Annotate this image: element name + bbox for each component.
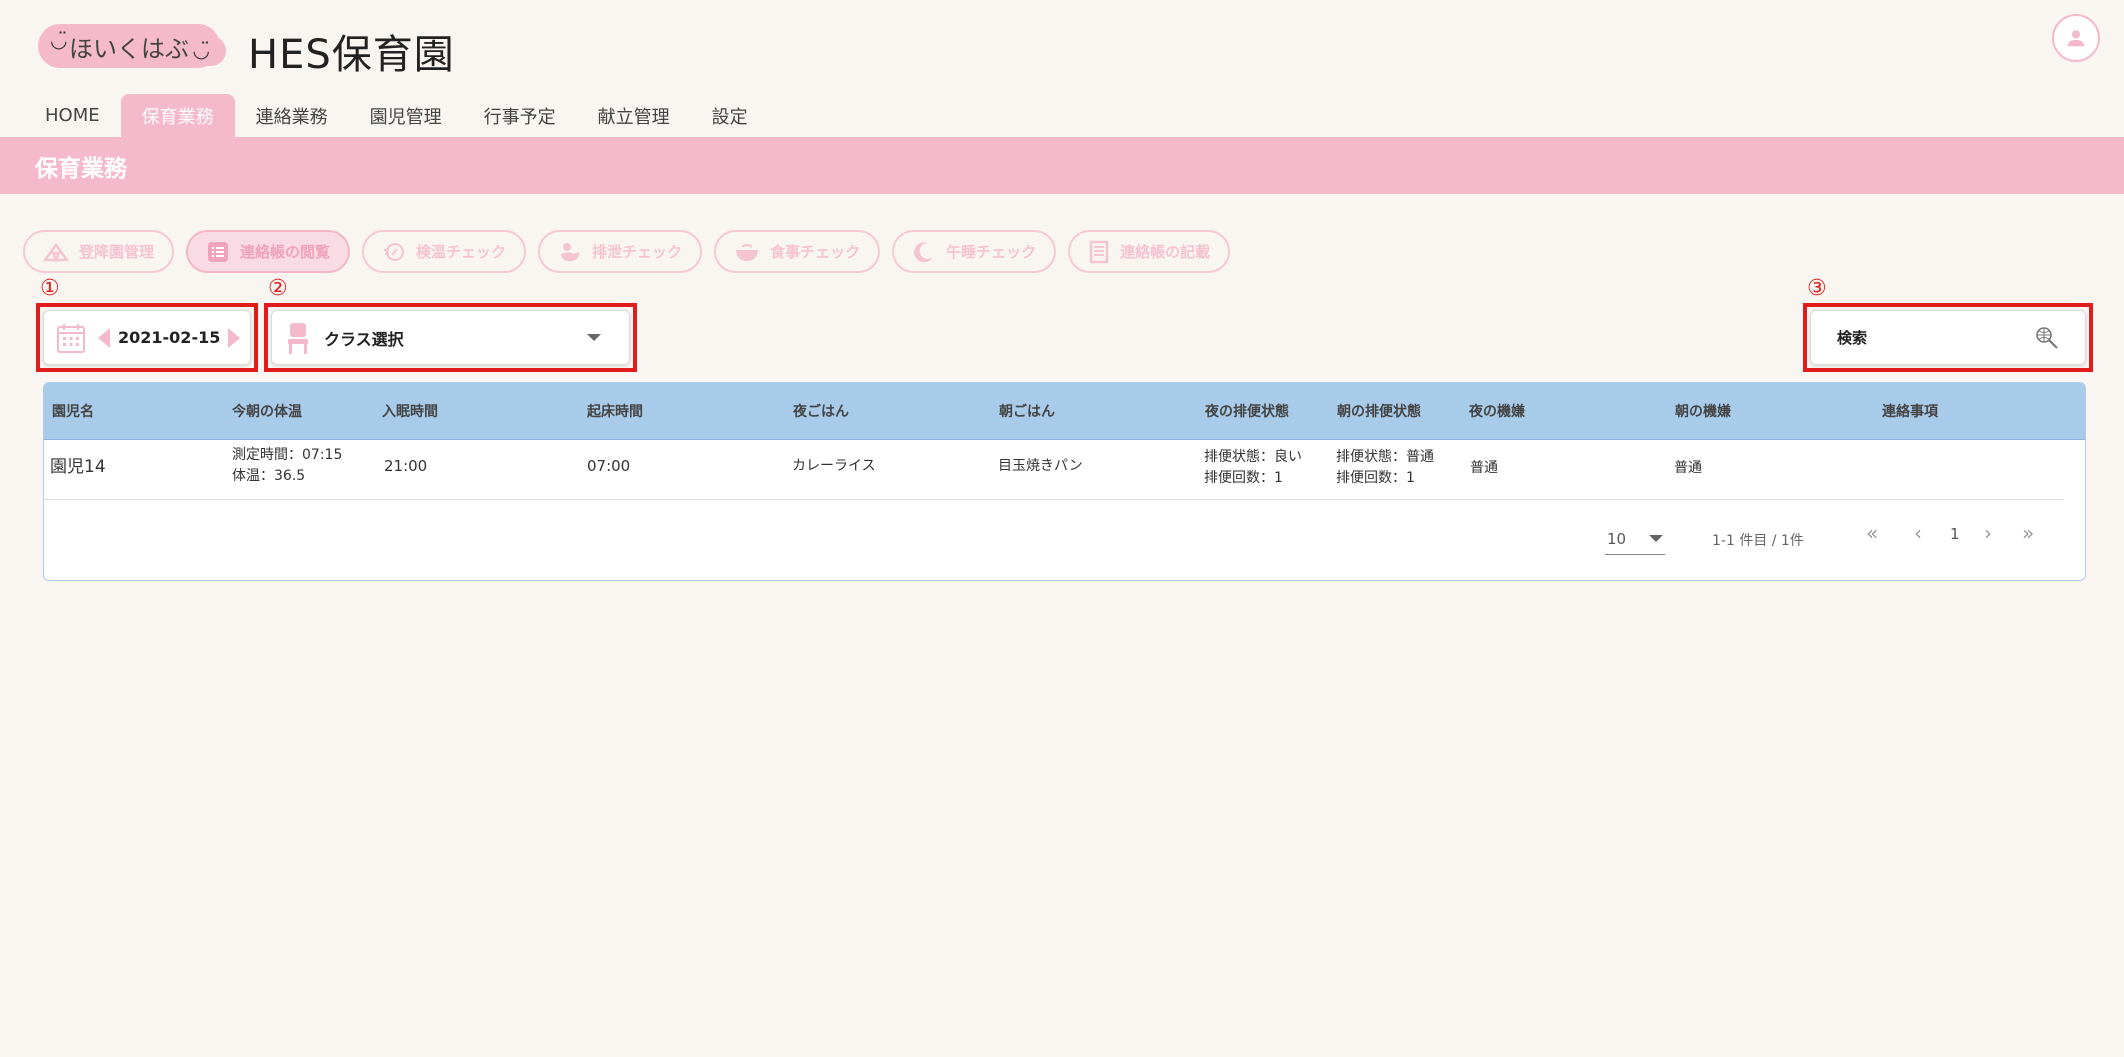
marker-1: ① bbox=[40, 276, 60, 301]
marker-2: ② bbox=[268, 276, 288, 301]
nav-item-children[interactable]: 園児管理 bbox=[349, 94, 463, 137]
moon-icon bbox=[914, 241, 934, 262]
chair-icon bbox=[288, 322, 308, 354]
cell-morning-stool-state: 排便状態：普通 bbox=[1336, 449, 1434, 465]
duck-icon bbox=[561, 242, 580, 261]
nav-item-contact[interactable]: 連絡業務 bbox=[235, 94, 349, 137]
column-header: 朝の機嫌 bbox=[1675, 404, 1731, 420]
cell-night-stool-count: 排便回数：1 bbox=[1204, 470, 1283, 486]
tab-view-notebook[interactable]: 連絡帳の閲覧 bbox=[186, 230, 351, 273]
column-header: 園児名 bbox=[52, 404, 94, 420]
notebook-icon bbox=[1089, 240, 1109, 263]
smile-face-icon: ◡̈ bbox=[192, 38, 210, 62]
smile-face-icon: ◡̈ bbox=[50, 28, 68, 52]
user-icon bbox=[2067, 30, 2085, 47]
bowl-icon bbox=[736, 243, 759, 261]
thermometer-icon bbox=[384, 242, 405, 261]
search-box[interactable] bbox=[1810, 310, 2086, 365]
column-header: 連絡事項 bbox=[1882, 404, 1938, 420]
nav-item-childcare[interactable]: 保育業務 bbox=[120, 94, 235, 137]
section-title-bar: 保育業務 bbox=[0, 137, 2124, 194]
list-icon bbox=[208, 241, 229, 262]
chevron-down-icon bbox=[587, 334, 601, 341]
prev-date-button[interactable] bbox=[98, 327, 110, 348]
logo-text: ほいくはぶ bbox=[69, 34, 189, 63]
rows-per-page-select[interactable]: 10 bbox=[1605, 523, 1665, 555]
next-date-button[interactable] bbox=[228, 327, 241, 348]
column-header: 入眠時間 bbox=[382, 404, 438, 420]
main-nav: HOME 保育業務 連絡業務 園児管理 行事予定 献立管理 設定 bbox=[24, 94, 769, 137]
tent-icon bbox=[43, 242, 69, 262]
cell-breakfast: 目玉焼きパン bbox=[998, 458, 1083, 474]
next-page-button[interactable]: › bbox=[1984, 521, 1992, 545]
table-header: 園児名 今朝の体温 入眠時間 起床時間 夜ごはん 朝ごはん 夜の排便状態 朝の排… bbox=[44, 383, 2085, 440]
cell-temp-time: 測定時間：07:15 bbox=[232, 447, 343, 463]
column-header: 朝の排便状態 bbox=[1337, 404, 1421, 420]
tab-toilet-check[interactable]: 排泄チェック bbox=[538, 230, 703, 273]
class-select[interactable]: クラス選択 bbox=[271, 310, 630, 365]
nav-item-events[interactable]: 行事予定 bbox=[463, 94, 577, 137]
column-header: 朝ごはん bbox=[999, 404, 1055, 420]
tab-label: 連絡帳の記載 bbox=[1120, 243, 1211, 261]
tab-label: 排泄チェック bbox=[592, 243, 683, 261]
page-range: 1-1 件目 / 1件 bbox=[1712, 533, 1804, 549]
cell-night-mood: 普通 bbox=[1470, 460, 1498, 476]
user-avatar-button[interactable] bbox=[2052, 14, 2100, 62]
tab-label: 午睡チェック bbox=[946, 243, 1037, 261]
first-page-button[interactable]: « bbox=[1866, 521, 1878, 545]
tab-attendance[interactable]: 登降園管理 bbox=[23, 230, 175, 273]
column-header: 夜の機嫌 bbox=[1469, 404, 1525, 420]
tab-label: 食事チェック bbox=[770, 243, 861, 261]
cell-child-name[interactable]: 園児14 bbox=[50, 457, 106, 478]
column-header: 夜ごはん bbox=[793, 404, 849, 420]
search-icon[interactable] bbox=[2035, 326, 2059, 350]
tab-label: 連絡帳の閲覧 bbox=[240, 243, 331, 261]
tab-write-notebook[interactable]: 連絡帳の記載 bbox=[1068, 230, 1231, 273]
tab-meal-check[interactable]: 食事チェック bbox=[714, 230, 881, 273]
cell-dinner: カレーライス bbox=[792, 458, 876, 474]
calendar-icon[interactable] bbox=[56, 322, 86, 354]
nav-item-menu[interactable]: 献立管理 bbox=[577, 94, 691, 137]
cell-temp: 体温：36.5 bbox=[232, 468, 306, 484]
section-title: 保育業務 bbox=[35, 155, 127, 182]
app-title: HES保育園 bbox=[248, 32, 455, 78]
tab-label: 登降園管理 bbox=[79, 243, 155, 261]
contact-notebook-table: 園児名 今朝の体温 入眠時間 起床時間 夜ごはん 朝ごはん 夜の排便状態 朝の排… bbox=[43, 382, 2086, 581]
rows-per-page-value: 10 bbox=[1607, 529, 1627, 548]
cell-night-stool-state: 排便状態：良い bbox=[1204, 449, 1302, 465]
cell-morning-stool-count: 排便回数：1 bbox=[1336, 470, 1415, 486]
cell-morning-mood: 普通 bbox=[1674, 460, 1702, 476]
date-picker[interactable]: 2021-02-15 bbox=[43, 310, 251, 365]
cell-wake-time: 07:00 bbox=[587, 457, 631, 475]
search-input[interactable] bbox=[1837, 328, 2027, 347]
column-header: 今朝の体温 bbox=[232, 404, 302, 420]
last-page-button[interactable]: » bbox=[2022, 521, 2034, 545]
app-logo: ◡̈ ほいくはぶ ◡̈ bbox=[38, 24, 226, 68]
tab-nap-check[interactable]: 午睡チェック bbox=[892, 230, 1057, 273]
class-select-value: クラス選択 bbox=[324, 329, 404, 349]
column-header: 起床時間 bbox=[587, 404, 643, 420]
prev-page-button[interactable]: ‹ bbox=[1914, 521, 1922, 545]
marker-3: ③ bbox=[1807, 276, 1827, 301]
tab-label: 検温チェック bbox=[416, 243, 507, 261]
nav-item-home[interactable]: HOME bbox=[24, 94, 121, 137]
date-value: 2021-02-15 bbox=[118, 328, 221, 347]
tab-temperature-check[interactable]: 検温チェック bbox=[362, 230, 527, 273]
row-divider bbox=[44, 499, 2064, 500]
column-header: 夜の排便状態 bbox=[1205, 404, 1289, 420]
cell-sleep-time: 21:00 bbox=[384, 457, 428, 475]
current-page: 1 bbox=[1950, 525, 1960, 543]
chevron-down-icon bbox=[1649, 535, 1663, 542]
nav-item-settings[interactable]: 設定 bbox=[691, 94, 769, 137]
function-tabs: 登降園管理 連絡帳の閲覧 検温チェック 排泄チェック 食事チェック 午睡チェック… bbox=[23, 230, 1231, 273]
